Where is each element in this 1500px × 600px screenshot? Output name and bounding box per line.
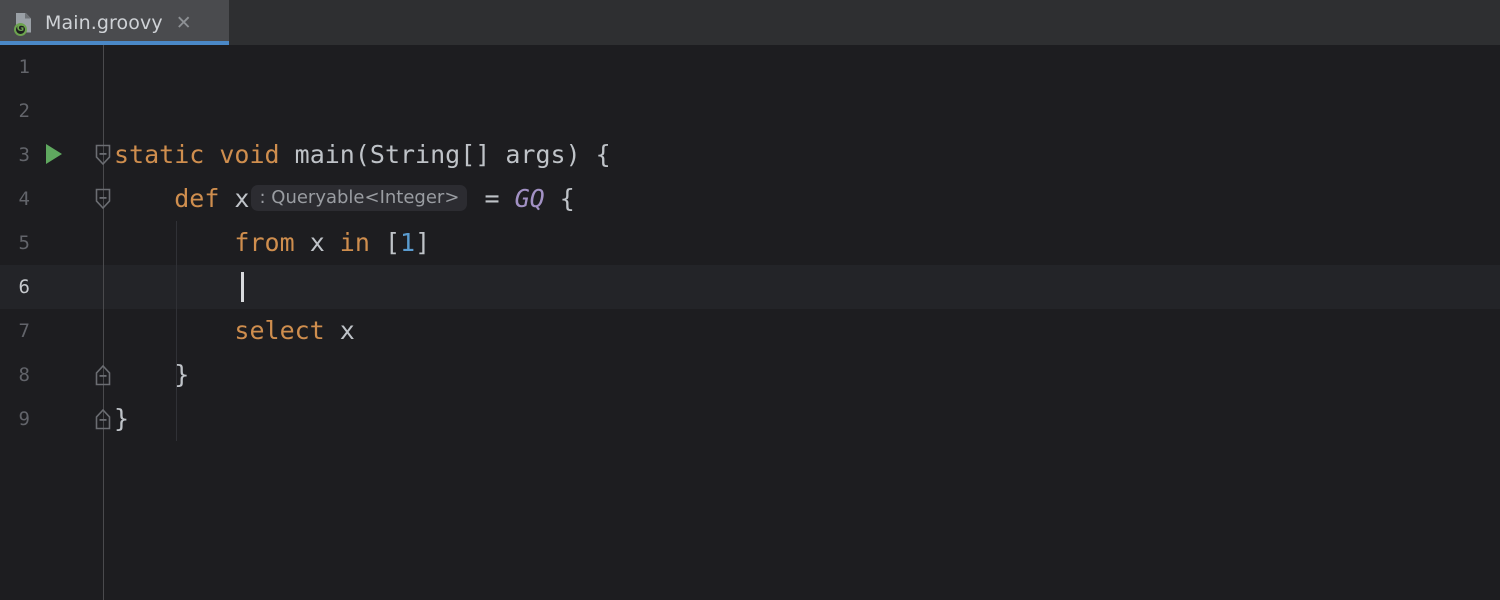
code-token-kw: in bbox=[339, 228, 370, 257]
code-token-txt: x bbox=[219, 184, 250, 213]
code-token-kw: static void bbox=[114, 140, 280, 169]
code-token-txt: { bbox=[544, 184, 575, 213]
code-token-txt: = bbox=[469, 184, 515, 213]
ide-editor-window: G Main.groovy ✕ 1 2 3 4 5 6 7 8 9 static… bbox=[0, 0, 1500, 600]
code-line: from x in [1] bbox=[114, 221, 430, 265]
code-token-kw: from bbox=[234, 228, 295, 257]
code-token-kw: def bbox=[174, 184, 220, 213]
inlay-type-hint: : Queryable<Integer> bbox=[251, 185, 468, 211]
close-icon[interactable]: ✕ bbox=[173, 12, 195, 34]
code-line: def x: Queryable<Integer> = GQ { bbox=[114, 177, 575, 221]
code-token-txt: x bbox=[324, 316, 355, 345]
code-editor[interactable]: 1 2 3 4 5 6 7 8 9 static void main(Strin… bbox=[0, 45, 1500, 600]
code-line: } bbox=[114, 397, 129, 441]
code-token-txt: x bbox=[294, 228, 340, 257]
editor-tab-main-groovy[interactable]: G Main.groovy ✕ bbox=[0, 0, 229, 45]
code-token-txt: } bbox=[114, 360, 190, 389]
code-token-txt: ] bbox=[415, 228, 431, 257]
text-caret bbox=[241, 272, 244, 302]
code-token-kw: select bbox=[234, 316, 325, 345]
code-content[interactable]: static void main(String[] args) { def x:… bbox=[0, 45, 1500, 600]
code-line: select x bbox=[114, 309, 355, 353]
code-token-txt: main(String[] args) { bbox=[294, 140, 611, 169]
code-token-gq: GQ bbox=[514, 184, 545, 213]
editor-tab-label: Main.groovy bbox=[45, 11, 163, 34]
code-token-txt: } bbox=[114, 404, 130, 433]
groovy-badge-letter: G bbox=[14, 22, 27, 36]
code-line: static void main(String[] args) { bbox=[114, 133, 611, 177]
groovy-file-icon: G bbox=[14, 11, 34, 36]
code-line: } bbox=[114, 353, 189, 397]
editor-tab-bar: G Main.groovy ✕ bbox=[0, 0, 1500, 45]
code-token-txt: [ bbox=[369, 228, 401, 257]
code-token-num: 1 bbox=[400, 228, 416, 257]
